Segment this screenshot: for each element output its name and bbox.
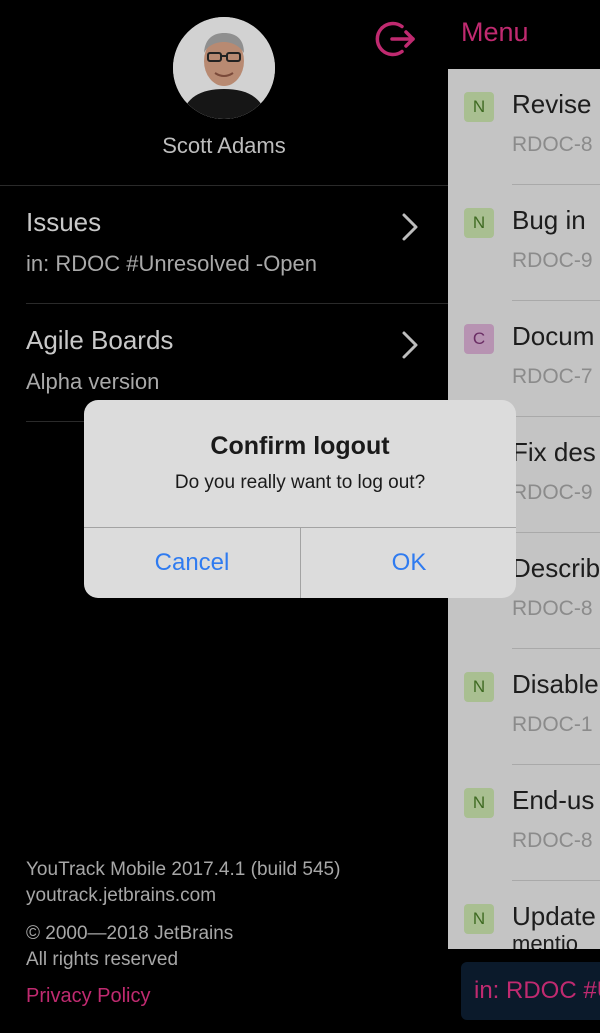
issue-summary: Revise [512, 89, 592, 119]
issue-summary: Disable [512, 669, 599, 699]
priority-badge: N [464, 672, 494, 702]
menu-item-issues[interactable]: Issues in: RDOC #Unresolved -Open [0, 185, 448, 303]
issue-list-item[interactable]: N Disable RDOC-1 [448, 649, 600, 765]
server-host: youtrack.jetbrains.com [26, 885, 217, 906]
issue-summary: Fix des [512, 437, 596, 467]
logout-icon[interactable] [375, 17, 419, 61]
confirm-logout-dialog: Confirm logout Do you really want to log… [84, 400, 516, 598]
issue-id: RDOC-8 [512, 597, 593, 620]
menu-item-title: Issues [26, 207, 102, 237]
issue-list-item[interactable]: N Update mentio [448, 881, 600, 949]
issue-summary: Bug in [512, 205, 586, 235]
user-name: Scott Adams [162, 133, 286, 158]
ok-button[interactable]: OK [301, 528, 516, 598]
menu-item-title: Agile Boards [26, 325, 174, 355]
avatar [173, 17, 275, 119]
priority-badge: N [464, 904, 494, 934]
search-query-bar[interactable]: in: RDOC #U [461, 962, 600, 1020]
dialog-title: Confirm logout [210, 432, 390, 460]
priority-badge: N [464, 788, 494, 818]
rights-notice: All rights reserved [26, 949, 179, 970]
menu-item-subtitle: Alpha version [26, 369, 160, 394]
issue-summary: Update [512, 901, 596, 931]
issue-id: RDOC-8 [512, 829, 593, 852]
menu-item-subtitle: in: RDOC #Unresolved -Open [26, 251, 318, 276]
issue-id: RDOC-1 [512, 713, 593, 736]
cancel-button[interactable]: Cancel [84, 528, 300, 598]
issue-summary: End-us [512, 785, 595, 815]
priority-badge: C [464, 324, 494, 354]
issue-summary: Describ [512, 553, 600, 583]
issue-list-item[interactable]: N End-us RDOC-8 [448, 765, 600, 881]
priority-badge: N [464, 92, 494, 122]
copyright: © 2000—2018 JetBrains [26, 923, 234, 944]
issue-summary-continued: mentio [512, 931, 579, 949]
privacy-policy-link[interactable]: Privacy Policy [26, 985, 150, 1008]
issue-list-item[interactable]: N Bug in RDOC-9 [448, 185, 600, 301]
chevron-right-icon [402, 331, 418, 359]
chevron-right-icon [402, 213, 418, 241]
issue-id: RDOC-8 [512, 133, 593, 156]
priority-badge: N [464, 208, 494, 238]
dialog-message: Do you really want to log out? [174, 472, 426, 493]
issue-id: RDOC-9 [512, 249, 593, 272]
issue-summary: Docum [512, 321, 595, 351]
issue-list-item[interactable]: N Revise RDOC-8 [448, 69, 600, 185]
search-query-text: in: RDOC #U [474, 977, 600, 1004]
issue-id: RDOC-9 [512, 481, 593, 504]
issue-id: RDOC-7 [512, 365, 593, 388]
app-version: YouTrack Mobile 2017.4.1 (build 545) [26, 859, 341, 880]
menu-title: Menu [461, 17, 529, 47]
